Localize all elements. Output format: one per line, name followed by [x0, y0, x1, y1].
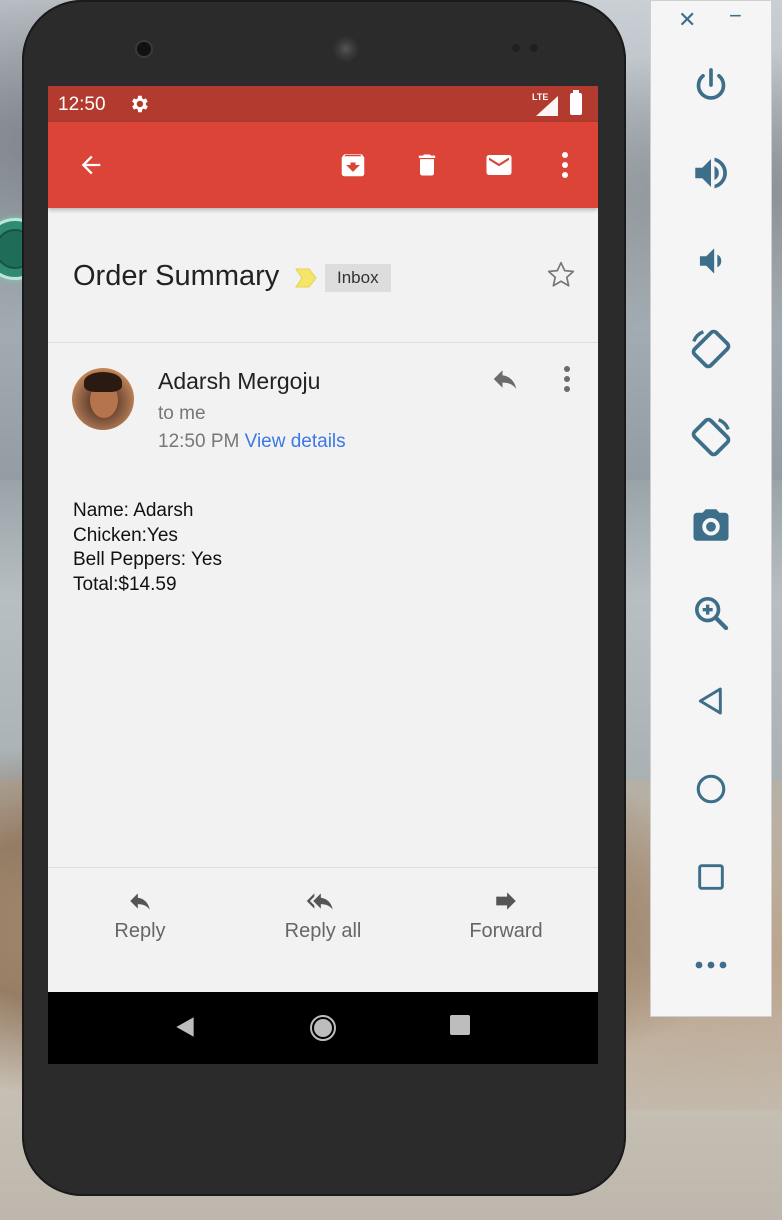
mail-icon[interactable]: [482, 148, 516, 182]
reply-all-icon: [306, 893, 333, 910]
more-vert-icon[interactable]: [548, 148, 582, 182]
rotate-right-icon[interactable]: [685, 411, 737, 463]
camera-icon[interactable]: [685, 499, 737, 551]
message-actions-footer: Reply Reply all Forward: [48, 867, 598, 993]
body-line: Bell Peppers: Yes: [73, 549, 222, 570]
forward-button[interactable]: Forward: [436, 888, 576, 943]
nav-overview-icon[interactable]: [449, 1014, 471, 1036]
inbox-label-chip[interactable]: Inbox: [325, 264, 391, 292]
subject-row: Order Summary Inbox: [48, 208, 598, 343]
emulator-side-panel: ✕ −: [650, 0, 772, 1017]
android-nav-bar: [48, 992, 598, 1064]
status-bar: 12:50 LTE: [48, 86, 598, 122]
settings-gear-icon: [132, 95, 148, 113]
email-body: Name: Adarsh Chicken:Yes Bell Peppers: Y…: [73, 499, 222, 597]
signal-icon: [536, 96, 558, 116]
minimize-icon[interactable]: −: [729, 3, 742, 29]
rotate-left-icon[interactable]: [685, 323, 737, 375]
app-toolbar: [48, 122, 598, 208]
reply-icon[interactable]: [488, 364, 524, 400]
earpiece-speaker: [333, 36, 359, 62]
back-icon[interactable]: [685, 675, 737, 727]
home-icon[interactable]: [685, 763, 737, 815]
reply-label: Reply: [114, 920, 166, 942]
email-meta-line: 12:50 PM View details: [158, 431, 346, 453]
overview-icon[interactable]: [685, 851, 737, 903]
status-time: 12:50: [58, 94, 106, 115]
arrow-back-icon[interactable]: [74, 148, 108, 182]
sender-avatar[interactable]: [72, 368, 134, 430]
star-icon[interactable]: [544, 258, 578, 292]
sender-name: Adarsh Mergoju: [158, 368, 321, 394]
nav-home-icon[interactable]: [309, 1014, 337, 1042]
front-camera: [137, 42, 151, 56]
light-sensor: [530, 44, 538, 52]
proximity-sensor: [512, 44, 520, 52]
message-more-vert-icon[interactable]: [552, 364, 582, 400]
nav-back-icon[interactable]: [172, 1014, 198, 1040]
reply-icon: [130, 893, 150, 910]
power-icon[interactable]: [685, 59, 737, 111]
trash-icon[interactable]: [410, 148, 444, 182]
importance-marker-icon[interactable]: [294, 268, 318, 288]
recipient-text: to me: [158, 403, 206, 424]
battery-icon: [570, 90, 582, 115]
forward-icon: [496, 892, 516, 910]
email-subject: Order Summary: [73, 260, 280, 292]
reply-all-button[interactable]: Reply all: [253, 888, 393, 943]
body-line: Chicken:Yes: [73, 524, 178, 546]
more-icon[interactable]: [685, 939, 737, 991]
reply-all-label: Reply all: [284, 920, 362, 942]
forward-label: Forward: [469, 920, 543, 942]
volume-up-icon[interactable]: [685, 147, 737, 199]
reply-button[interactable]: Reply: [70, 888, 210, 943]
email-time: 12:50 PM: [158, 431, 240, 452]
volume-down-icon[interactable]: [685, 235, 737, 287]
view-details-link[interactable]: View details: [245, 431, 346, 452]
body-line: Name: Adarsh: [73, 500, 194, 521]
body-line: Total:$14.59: [73, 573, 177, 595]
phone-screen: 12:50 LTE Order Summary Inbox Adarsh Mer…: [48, 86, 598, 1064]
avatar-hair: [84, 372, 122, 392]
close-icon[interactable]: ✕: [678, 7, 696, 33]
archive-icon[interactable]: [336, 148, 370, 182]
zoom-icon[interactable]: [685, 587, 737, 639]
